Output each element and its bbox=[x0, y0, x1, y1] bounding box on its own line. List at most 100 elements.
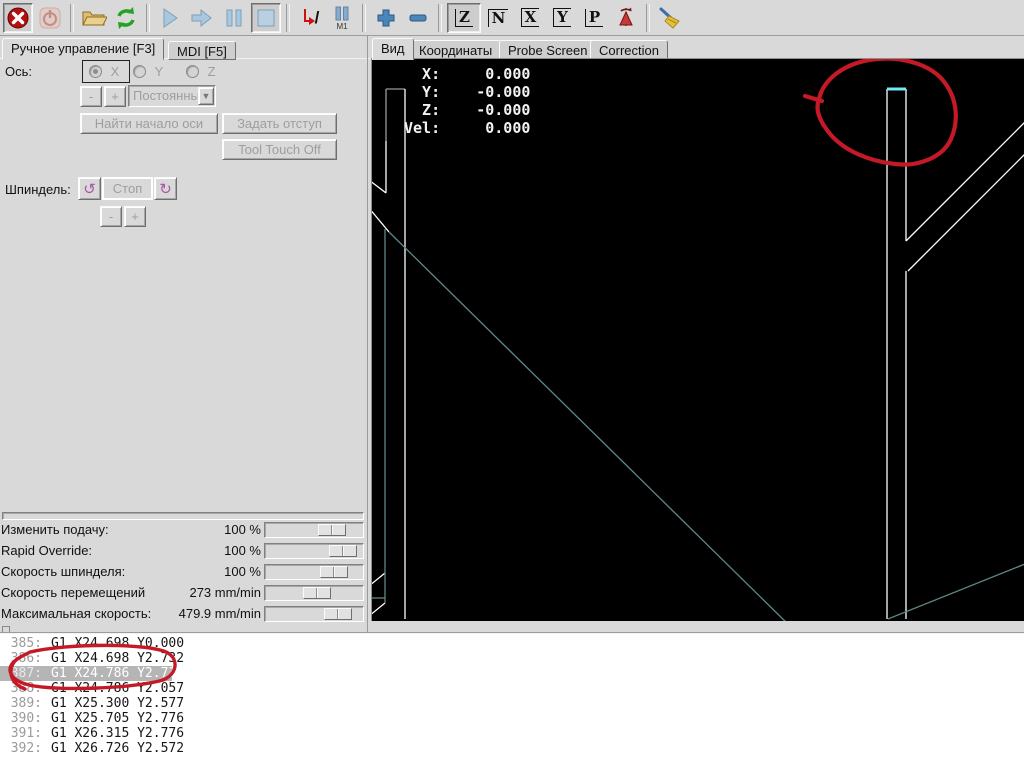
machine-power-icon bbox=[38, 6, 62, 30]
block-delete-button[interactable]: / bbox=[295, 3, 325, 33]
tool-touch-off-button[interactable]: Tool Touch Off bbox=[222, 139, 337, 160]
axis-radio-label: X bbox=[110, 64, 120, 79]
axis-radio-label: Y bbox=[154, 64, 164, 79]
estop-button[interactable] bbox=[3, 2, 33, 33]
radio-icon bbox=[186, 65, 199, 78]
gcode-line[interactable]: 386: G1 X24.698 Y2.732 bbox=[0, 651, 184, 666]
spindle-plus-label: + bbox=[131, 209, 139, 224]
rotate-view-button[interactable] bbox=[611, 3, 641, 33]
dro-vel-value: 0.000 bbox=[485, 119, 531, 137]
home-axis-button[interactable]: Найти начало оси bbox=[80, 113, 218, 134]
tab-correction[interactable]: Correction bbox=[590, 40, 668, 60]
view-z-button[interactable]: Z bbox=[447, 2, 481, 33]
gcode-line[interactable]: 391: G1 X26.315 Y2.776 bbox=[0, 726, 184, 741]
machine-power-button[interactable] bbox=[35, 3, 65, 33]
slider-handle[interactable] bbox=[318, 524, 346, 536]
plus-icon bbox=[375, 7, 397, 29]
gcode-line-number: 387: bbox=[10, 666, 42, 681]
view-perspective-button[interactable]: P bbox=[579, 3, 609, 33]
jog-mode-value: Постоянный bbox=[133, 88, 208, 103]
slider-trough[interactable] bbox=[264, 543, 364, 559]
slider-handle[interactable] bbox=[303, 587, 331, 599]
optional-pause-button[interactable]: M1 bbox=[327, 3, 357, 33]
view-z-rotated-button[interactable]: N bbox=[483, 3, 513, 33]
slider-handle[interactable] bbox=[320, 566, 348, 578]
axis-label: Ось: bbox=[5, 64, 32, 79]
dro-vel-label: Vel: bbox=[404, 119, 441, 137]
slider-trough[interactable] bbox=[264, 606, 364, 622]
gcode-line[interactable]: 385: G1 X24.698 Y0.000 bbox=[0, 636, 184, 651]
view-y-button[interactable]: Y bbox=[547, 3, 577, 33]
view-x-button[interactable]: X bbox=[515, 3, 545, 33]
tab-mdi[interactable]: MDI [F5] bbox=[168, 41, 236, 60]
slider-handle[interactable] bbox=[324, 608, 352, 620]
zoom-in-button[interactable] bbox=[371, 3, 401, 33]
pause-button[interactable] bbox=[219, 3, 249, 33]
gcode-line-active[interactable]: 387: G1 X24.786 Y2.732 bbox=[0, 666, 184, 681]
axis-radio-y[interactable]: Y bbox=[133, 64, 163, 79]
slider-label: Максимальная скорость: bbox=[1, 606, 152, 621]
spindle-plus-button[interactable]: + bbox=[124, 206, 146, 227]
tab-view[interactable]: Вид bbox=[372, 38, 414, 60]
gcode-line[interactable]: 390: G1 X25.705 Y2.776 bbox=[0, 711, 184, 726]
toolpath-segment bbox=[372, 210, 390, 233]
tab-manual-control[interactable]: Ручное управление [F3] bbox=[2, 38, 165, 60]
jog-mode-combobox[interactable]: Постоянный ▼ bbox=[128, 85, 216, 107]
spindle-minus-button[interactable]: - bbox=[100, 206, 122, 227]
gcode-line-number: 389: bbox=[10, 696, 42, 711]
slider-label: Скорость шпинделя: bbox=[1, 564, 126, 579]
block-delete-icon: / bbox=[301, 7, 319, 29]
run-button[interactable] bbox=[155, 3, 185, 33]
tab-label: Correction bbox=[599, 43, 659, 58]
jog-minus-button[interactable]: - bbox=[80, 86, 102, 107]
jog-plus-button[interactable]: + bbox=[104, 86, 126, 107]
tab-label: Вид bbox=[381, 41, 405, 56]
toolpath-canvas bbox=[372, 59, 1024, 621]
toolpath-segment bbox=[905, 122, 1024, 242]
toolbar-separator bbox=[146, 3, 150, 32]
axis-radio-z[interactable]: Z bbox=[186, 64, 216, 79]
spindle-ccw-button[interactable]: ↺ bbox=[78, 177, 101, 200]
zoom-out-button[interactable] bbox=[403, 3, 433, 33]
dro-y-value: -0.000 bbox=[476, 83, 531, 101]
axis-radio-label: Z bbox=[207, 64, 216, 79]
spindle-ccw-icon: ↺ bbox=[83, 180, 96, 198]
open-folder-icon bbox=[81, 6, 107, 30]
gcode-line-text: G1 X25.705 Y2.776 bbox=[51, 711, 185, 726]
spindle-stop-button[interactable]: Стоп bbox=[102, 177, 153, 200]
slider-value: 100 % bbox=[224, 522, 261, 537]
slider-trough[interactable] bbox=[264, 522, 364, 538]
toolpath-segment bbox=[388, 231, 786, 621]
slider-trough[interactable] bbox=[264, 585, 364, 601]
jog-speed-groove bbox=[2, 512, 364, 520]
slider-value: 100 % bbox=[224, 543, 261, 558]
axis-radio-x[interactable]: X bbox=[82, 60, 131, 83]
slider-value: 100 % bbox=[224, 564, 261, 579]
spindle-cw-button[interactable]: ↻ bbox=[154, 177, 177, 200]
run-icon bbox=[159, 7, 181, 29]
step-button[interactable] bbox=[187, 3, 217, 33]
gcode-line[interactable]: 392: G1 X26.726 Y2.572 bbox=[0, 741, 184, 756]
gcode-line[interactable]: 388: G1 X24.786 Y2.057 bbox=[0, 681, 184, 696]
toolpath-preview[interactable]: X: 0.000 Y: -0.000 Z: -0.000 Vel: 0.000 bbox=[371, 58, 1024, 621]
tab-coordinates[interactable]: Координаты bbox=[410, 40, 502, 60]
toolpath-segment bbox=[887, 563, 1024, 620]
clear-plot-button[interactable] bbox=[655, 3, 685, 33]
combobox-arrow-icon[interactable]: ▼ bbox=[198, 87, 214, 105]
gcode-line-text: G1 X26.726 Y2.572 bbox=[51, 741, 185, 756]
jog-minus-label: - bbox=[88, 89, 94, 104]
set-offset-button[interactable]: Задать отступ bbox=[222, 113, 337, 134]
reload-button[interactable] bbox=[111, 3, 141, 33]
spindle-stop-label: Стоп bbox=[112, 181, 143, 196]
toolbar-separator bbox=[438, 3, 442, 32]
open-file-button[interactable] bbox=[79, 3, 109, 33]
slider-trough[interactable] bbox=[264, 564, 364, 580]
view-y-icon: Y bbox=[553, 8, 571, 27]
gcode-line[interactable]: 389: G1 X25.300 Y2.577 bbox=[0, 696, 184, 711]
jog-plus-label: + bbox=[111, 89, 119, 104]
main-area: Ручное управление [F3] MDI [F5] Ось: X Y… bbox=[0, 36, 1024, 634]
tab-probe-screen[interactable]: Probe Screen bbox=[499, 40, 597, 60]
slider-value: 479.9 mm/min bbox=[178, 606, 261, 621]
stop-button[interactable] bbox=[251, 2, 281, 33]
slider-handle[interactable] bbox=[329, 545, 357, 557]
